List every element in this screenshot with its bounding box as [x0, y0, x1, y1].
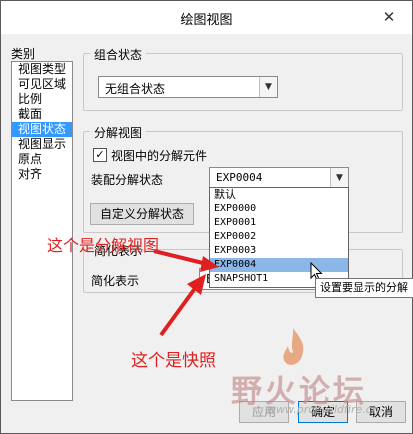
dropdown-item-exp0004[interactable]: EXP0004 [210, 258, 348, 272]
category-item-origin[interactable]: 原点 [12, 152, 72, 167]
explode-state-select[interactable]: EXP0004 ▼ [209, 167, 349, 189]
category-item-alignment[interactable]: 对齐 [12, 167, 72, 182]
category-item-view-display[interactable]: 视图显示 [12, 137, 72, 152]
category-item-visible-area[interactable]: 可见区域 [12, 77, 72, 92]
chevron-down-icon: ▼ [330, 168, 348, 188]
category-item-view-type[interactable]: 视图类型 [12, 62, 72, 77]
flame-logo-icon [283, 328, 304, 365]
close-icon[interactable]: ✕ [379, 7, 399, 27]
title-bar: 绘图视图 ✕ [1, 1, 412, 34]
dropdown-item-exp0000[interactable]: EXP0000 [210, 202, 348, 216]
explode-state-value: EXP0004 [216, 171, 263, 184]
combo-state-select[interactable]: 无组合状态 ▼ [98, 76, 278, 98]
explode-checkbox[interactable]: ✓ [93, 148, 107, 162]
drawing-view-dialog: 绘图视图 ✕ 类别 视图类型 可见区域 比例 截面 视图状态 视图显示 原点 对… [0, 0, 413, 434]
categories-label: 类别 [11, 47, 36, 61]
explode-checkbox-label: 视图中的分解元件 [111, 149, 208, 163]
explode-annotation: 这个是分解视图 [47, 236, 160, 255]
watermark-url: www.proewildfire.cn [267, 403, 379, 416]
snapshot-annotation: 这个是快照 [131, 351, 216, 371]
category-item-scale[interactable]: 比例 [12, 92, 72, 107]
tooltip: 设置要显示的分解 [315, 278, 413, 298]
explode-view-group-title: 分解视图 [90, 124, 147, 141]
category-item-view-state[interactable]: 视图状态 [12, 122, 72, 137]
dropdown-item-exp0003[interactable]: EXP0003 [210, 244, 348, 258]
dropdown-item-exp0001[interactable]: EXP0001 [210, 216, 348, 230]
chevron-down-icon: ▼ [259, 77, 277, 97]
annotation-arrow-up [159, 274, 206, 337]
category-item-section[interactable]: 截面 [12, 107, 72, 122]
custom-explode-button[interactable]: 自定义分解状态 [90, 203, 194, 225]
categories-list[interactable]: 视图类型 可见区域 比例 截面 视图状态 视图显示 原点 对齐 [11, 61, 73, 401]
dropdown-item-default[interactable]: 默认 [210, 188, 348, 202]
simplified-rep-label: 简化表示 [91, 274, 140, 288]
combo-state-group-title: 组合状态 [90, 46, 147, 63]
combo-state-value: 无组合状态 [105, 82, 166, 96]
dialog-title: 绘图视图 [180, 13, 233, 28]
explode-state-label: 装配分解状态 [91, 173, 164, 187]
explode-state-dropdown[interactable]: 默认 EXP0000 EXP0001 EXP0002 EXP0003 EXP00… [209, 187, 349, 288]
dropdown-item-exp0002[interactable]: EXP0002 [210, 230, 348, 244]
